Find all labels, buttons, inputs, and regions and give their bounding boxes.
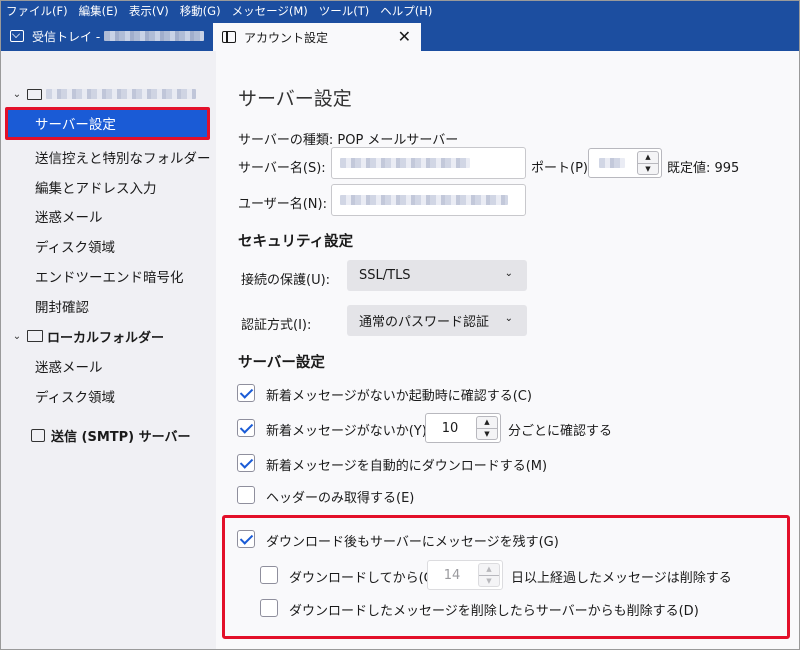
leave-on-server-label[interactable]: ダウンロード後もサーバーにメッセージを残す(G)	[266, 531, 559, 550]
port-spin-buttons[interactable]: ▲ ▼	[637, 151, 659, 175]
menu-go[interactable]: 移動(G)	[175, 3, 227, 19]
sidebar-item-composition[interactable]: 編集とアドレス入力	[35, 177, 157, 197]
interval-stepper[interactable]: 10 ▲ ▼	[425, 413, 501, 443]
checkbox-delete-when-deleted[interactable]	[260, 599, 278, 617]
redacted-username	[340, 195, 508, 205]
days-stepper[interactable]: 14 ▲ ▼	[427, 560, 503, 590]
account-settings-window: ファイル(F) 編集(E) 表示(V) 移動(G) メッセージ(M) ツール(T…	[0, 0, 800, 650]
server-name-label: サーバー名(S):	[238, 161, 326, 176]
sidebar-item-copies-folders[interactable]: 送信控えと特別なフォルダー	[35, 147, 211, 167]
days-value: 14	[443, 567, 461, 583]
port-value	[589, 149, 635, 177]
page-title: サーバー設定	[238, 88, 352, 110]
server-name-input[interactable]	[331, 147, 526, 179]
sidebar-item-junk[interactable]: 迷惑メール	[35, 206, 103, 226]
chevron-down-icon: ⌄	[504, 313, 513, 324]
sidebar-smtp-server[interactable]: 送信 (SMTP) サーバー	[31, 426, 191, 445]
chevron-down-icon[interactable]: ⌄	[11, 331, 23, 342]
settings-tab-icon	[222, 31, 236, 43]
spin-up-icon[interactable]: ▲	[479, 564, 499, 576]
username-label: ユーザー名(N):	[238, 197, 327, 212]
days-suffix-label: 日以上経過したメッセージは削除する	[511, 571, 732, 586]
sidebar-local-folders[interactable]: ⌄ ローカルフォルダー	[11, 326, 164, 346]
menu-edit[interactable]: 編集(E)	[74, 3, 124, 19]
auth-method-label: 認証方式(I):	[241, 318, 312, 333]
server-type-text: サーバーの種類: POP メールサーバー	[238, 133, 459, 148]
default-port-text: 既定値: 995	[667, 161, 740, 176]
port-label: ポート(P):	[531, 161, 593, 176]
days-spin-buttons[interactable]: ▲ ▼	[478, 563, 500, 587]
connection-security-select[interactable]: SSL/TLS ⌄	[347, 260, 527, 291]
spin-down-icon[interactable]: ▼	[638, 164, 658, 175]
sidebar-item-local-junk[interactable]: 迷惑メール	[35, 356, 103, 376]
delete-after-label[interactable]: ダウンロードしてから(O)	[289, 567, 439, 586]
checkbox-delete-after-days[interactable]	[260, 566, 278, 584]
check-interval-label[interactable]: 新着メッセージがないか(Y)	[266, 420, 427, 439]
sidebar-account[interactable]: ⌄	[11, 84, 196, 104]
tab-bar: 受信トレイ - アカウント設定 ✕	[1, 21, 799, 51]
username-input[interactable]	[331, 184, 526, 216]
headers-only-label[interactable]: ヘッダーのみ取得する(E)	[266, 487, 414, 506]
security-heading: セキュリティ設定	[238, 234, 354, 250]
spin-up-icon[interactable]: ▲	[477, 417, 497, 429]
auth-method-select[interactable]: 通常のパスワード認証 ⌄	[347, 305, 527, 336]
menu-tools[interactable]: ツール(T)	[314, 3, 376, 19]
highlight-outline-sidebar	[5, 107, 210, 140]
chevron-down-icon[interactable]: ⌄	[11, 89, 23, 100]
interval-value: 10	[441, 420, 459, 436]
account-sidebar: ⌄ サーバー設定 送信控えと特別なフォルダー 編集とアドレス入力 迷惑メール デ…	[1, 51, 215, 649]
checkbox-check-interval[interactable]	[237, 419, 255, 437]
spin-down-icon[interactable]: ▼	[477, 429, 497, 440]
port-stepper[interactable]: ▲ ▼	[588, 148, 662, 178]
checkbox-auto-download[interactable]	[237, 454, 255, 472]
tab-inbox-label: 受信トレイ -	[32, 29, 101, 44]
menu-message[interactable]: メッセージ(M)	[227, 3, 314, 19]
checkbox-headers-only[interactable]	[237, 486, 255, 504]
connection-security-label: 接続の保護(U):	[241, 273, 331, 288]
redacted-server-name	[340, 158, 470, 168]
close-tab-icon[interactable]: ✕	[398, 27, 411, 46]
server-settings-heading: サーバー設定	[238, 355, 325, 371]
smtp-label: 送信 (SMTP) サーバー	[51, 430, 191, 445]
check-startup-label[interactable]: 新着メッセージがないか起動時に確認する(C)	[266, 385, 532, 404]
folder-icon	[27, 330, 43, 342]
redacted-account-name	[104, 31, 205, 41]
interval-suffix-label: 分ごとに確認する	[508, 424, 613, 439]
menu-help[interactable]: ヘルプ(H)	[375, 3, 438, 19]
interval-spin-buttons[interactable]: ▲ ▼	[476, 416, 498, 440]
chevron-down-icon: ⌄	[504, 268, 513, 279]
sidebar-item-disk-space[interactable]: ディスク領域	[35, 236, 115, 256]
delete-when-deleted-label[interactable]: ダウンロードしたメッセージを削除したらサーバーからも削除する(D)	[289, 600, 699, 619]
auth-method-value: 通常のパスワード認証	[359, 315, 490, 330]
settings-panel: サーバー設定 サーバーの種類: POP メールサーバー サーバー名(S): ポー…	[216, 51, 799, 649]
redacted-port	[599, 158, 625, 168]
menu-bar: ファイル(F) 編集(E) 表示(V) 移動(G) メッセージ(M) ツール(T…	[1, 1, 799, 21]
checkbox-leave-on-server[interactable]	[237, 530, 255, 548]
tab-inbox[interactable]: 受信トレイ -	[1, 21, 211, 51]
redacted-account-address	[46, 89, 196, 99]
sidebar-item-return-receipts[interactable]: 開封確認	[35, 296, 89, 316]
checkbox-check-startup[interactable]	[237, 384, 255, 402]
connection-security-value: SSL/TLS	[359, 268, 411, 283]
server-icon	[31, 429, 45, 442]
tab-account-settings[interactable]: アカウント設定 ✕	[213, 21, 421, 51]
auto-download-label[interactable]: 新着メッセージを自動的にダウンロードする(M)	[266, 455, 547, 474]
menu-view[interactable]: 表示(V)	[124, 3, 175, 19]
spin-up-icon[interactable]: ▲	[638, 152, 658, 164]
sidebar-item-local-disk-space[interactable]: ディスク領域	[35, 386, 115, 406]
envelope-icon	[27, 88, 42, 100]
mail-icon	[10, 30, 24, 42]
menu-file[interactable]: ファイル(F)	[1, 3, 74, 19]
local-folders-label: ローカルフォルダー	[47, 330, 165, 346]
tab-account-label: アカウント設定	[244, 30, 329, 45]
sidebar-item-e2e-encryption[interactable]: エンドツーエンド暗号化	[35, 266, 184, 286]
spin-down-icon[interactable]: ▼	[479, 576, 499, 587]
